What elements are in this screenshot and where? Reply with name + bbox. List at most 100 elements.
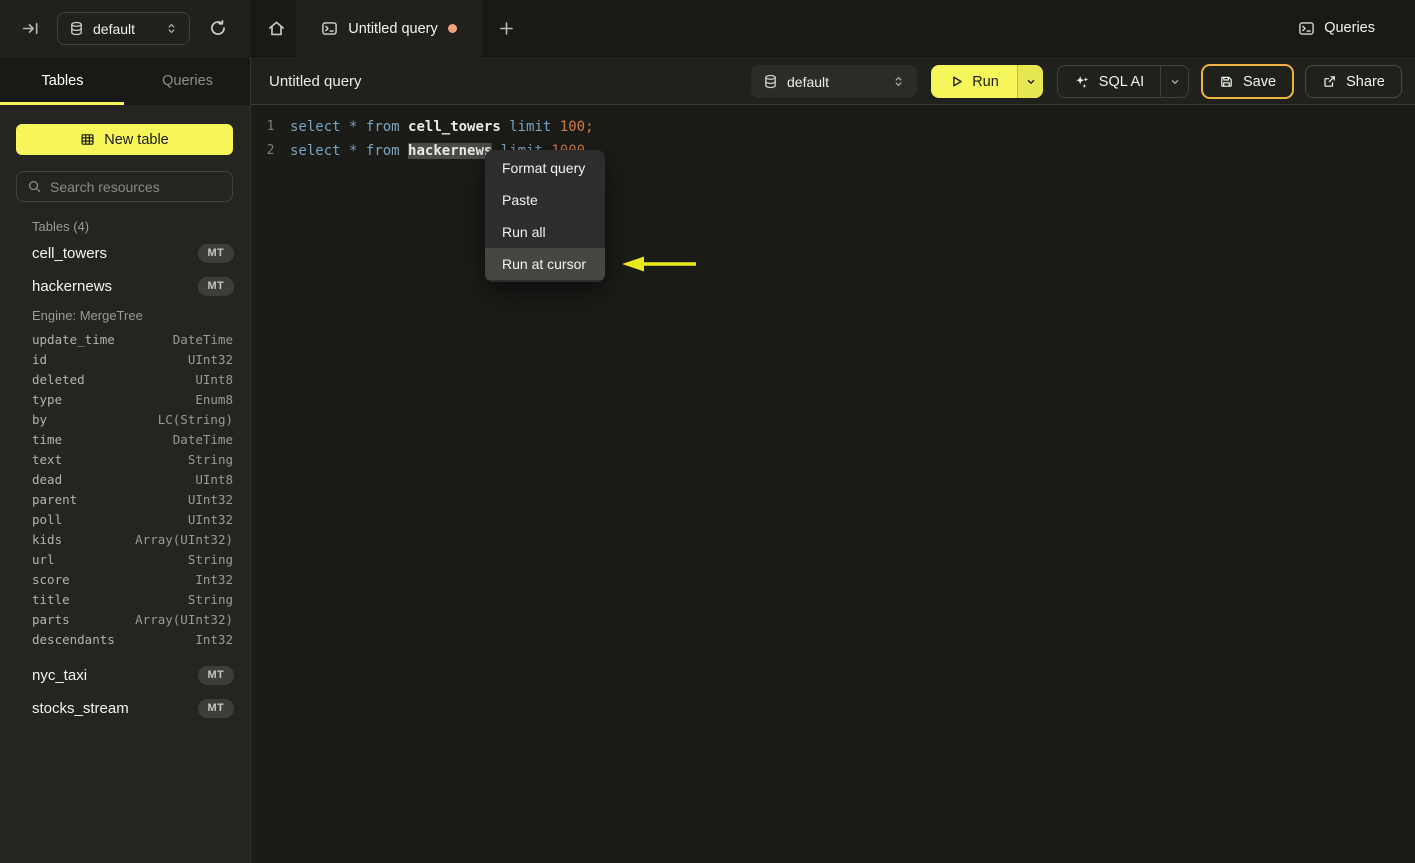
column-row: poll UInt32 <box>0 509 250 529</box>
column-row: id UInt32 <box>0 349 250 369</box>
code-token: cell_towers <box>408 119 501 135</box>
column-name: type <box>32 391 63 407</box>
sql-ai-label: SQL AI <box>1098 73 1145 90</box>
column-type: Array(UInt32) <box>135 611 233 627</box>
column-type: UInt32 <box>187 351 233 367</box>
refresh-button[interactable] <box>203 14 233 42</box>
sidebar-tabs: Tables Queries <box>0 57 250 105</box>
column-row: title String <box>0 589 250 609</box>
share-button[interactable]: Share <box>1305 65 1402 98</box>
column-name: poll <box>32 511 63 527</box>
code-token: select <box>290 143 341 159</box>
toolbar-database-selector[interactable]: default <box>751 65 917 98</box>
column-name: time <box>32 431 63 447</box>
code-token: from <box>365 143 400 159</box>
column-type: UInt32 <box>187 491 233 507</box>
context-menu-item[interactable]: Paste <box>485 184 605 216</box>
column-type: UInt8 <box>195 371 233 387</box>
tab-untitled-query[interactable]: Untitled query <box>296 0 482 57</box>
column-row: descendants Int32 <box>0 629 250 649</box>
sql-ai-button-group: SQL AI <box>1057 65 1189 98</box>
sidebar-body: New table Tables (4) cell_towers MT hack… <box>0 105 250 863</box>
engine-badge: MT <box>197 277 234 296</box>
sql-ai-options-button[interactable] <box>1160 66 1188 97</box>
table-row[interactable]: hackernews MT <box>0 270 250 303</box>
engine-badge: MT <box>197 699 234 718</box>
share-button-label: Share <box>1346 73 1385 90</box>
table-columns: update_time DateTime id UInt32 deleted U… <box>0 329 250 649</box>
column-type: String <box>187 551 233 567</box>
sidebar-tab-tables[interactable]: Tables <box>0 57 125 105</box>
column-name: update_time <box>32 331 115 347</box>
query-toolbar: Untitled query default Run SQL AI Save S… <box>251 57 1415 105</box>
sparkles-icon <box>1074 74 1090 90</box>
line-code: select * from cell_towers limit 100; <box>290 115 1415 139</box>
tables-list: cell_towers MT hackernews MT Engine: Mer… <box>0 237 250 725</box>
collapse-sidebar-icon <box>22 20 39 37</box>
code-token: 100; <box>559 119 594 135</box>
queries-button[interactable]: Queries <box>1298 14 1375 42</box>
sql-ai-button[interactable]: SQL AI <box>1058 66 1160 97</box>
column-row: type Enum8 <box>0 389 250 409</box>
line-number: 1 <box>266 119 275 134</box>
top-bar: default Untitled query Queries <box>0 0 1415 57</box>
column-row: text String <box>0 449 250 469</box>
sidebar-tab-queries[interactable]: Queries <box>125 57 250 105</box>
column-type: UInt8 <box>195 471 233 487</box>
database-icon <box>69 21 84 36</box>
run-options-button[interactable] <box>1017 65 1043 98</box>
chevron-down-icon <box>1169 76 1181 88</box>
new-tab-button[interactable] <box>492 14 520 42</box>
context-menu-item[interactable]: Run all <box>485 216 605 248</box>
run-button-group: Run <box>931 65 1043 98</box>
search-input[interactable] <box>50 178 231 195</box>
collapse-sidebar-button[interactable] <box>16 14 44 42</box>
table-name: cell_towers <box>32 245 108 262</box>
terminal-icon <box>321 20 338 37</box>
column-type: Array(UInt32) <box>135 531 233 547</box>
column-name: dead <box>32 471 63 487</box>
context-menu-item[interactable]: Format query <box>485 152 605 184</box>
search-icon <box>27 179 42 194</box>
toolbar-database-value: default <box>787 73 830 90</box>
tables-section-label: Tables (4) <box>32 219 90 234</box>
column-type: String <box>187 451 233 467</box>
line-number: 2 <box>266 143 275 158</box>
table-name: hackernews <box>32 278 113 295</box>
plus-icon <box>498 20 515 37</box>
table-row[interactable]: stocks_stream MT <box>0 692 250 725</box>
table-row[interactable]: nyc_taxi MT <box>0 659 250 692</box>
floppy-disk-icon <box>1219 74 1234 89</box>
home-button[interactable] <box>260 13 292 44</box>
column-name: kids <box>32 531 63 547</box>
column-row: parts Array(UInt32) <box>0 609 250 629</box>
table-row[interactable]: cell_towers MT <box>0 237 250 270</box>
column-type: LC(String) <box>157 411 233 427</box>
column-name: url <box>32 551 55 567</box>
context-menu-item[interactable]: Run at cursor <box>485 248 605 280</box>
main-area: Untitled query default Run SQL AI Save S… <box>250 57 1415 863</box>
new-table-label: New table <box>104 131 169 148</box>
line-code: select * from hackernews limit 1000 <box>290 139 1415 163</box>
topbar-database-value: default <box>93 20 136 37</box>
save-button-label: Save <box>1242 73 1277 90</box>
run-button[interactable]: Run <box>931 65 1017 98</box>
new-table-button[interactable]: New table <box>16 124 233 155</box>
terminal-icon <box>1298 20 1315 37</box>
column-row: parent UInt32 <box>0 489 250 509</box>
column-name: by <box>32 411 48 427</box>
sql-editor[interactable]: 1 select * from cell_towers limit 100; 2… <box>251 105 1415 163</box>
save-button[interactable]: Save <box>1201 64 1294 99</box>
topbar-database-selector[interactable]: default <box>57 12 190 45</box>
column-row: dead UInt8 <box>0 469 250 489</box>
column-row: update_time DateTime <box>0 329 250 349</box>
search-box <box>16 171 233 202</box>
table-engine-label: Engine: MergeTree <box>32 308 143 323</box>
column-type: String <box>187 591 233 607</box>
